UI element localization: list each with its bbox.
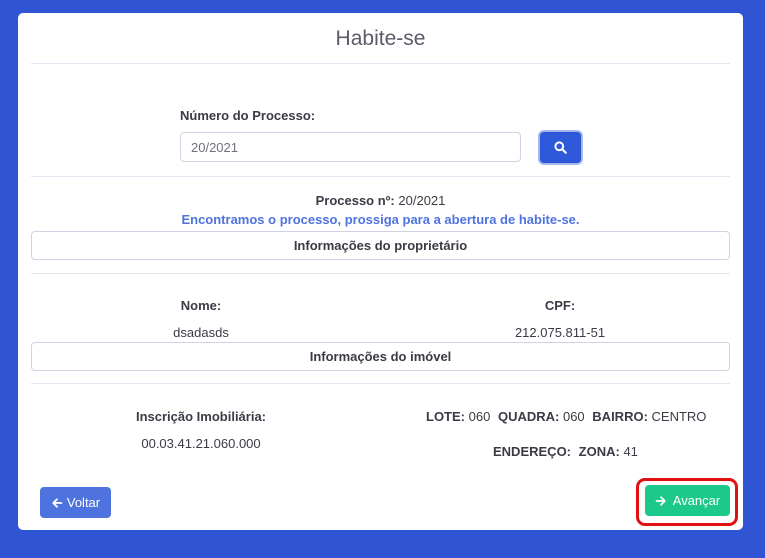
lote-quadra-bairro: LOTE: 060 QUADRA: 060 BAIRRO: CENTRO <box>426 409 706 424</box>
back-button[interactable]: Voltar <box>40 487 111 518</box>
zona-value: 41 <box>623 444 638 459</box>
property-section-header: Informações do imóvel <box>31 342 730 371</box>
owner-cpf-field: CPF: 212.075.811-51 <box>480 298 640 340</box>
next-button-label: Avançar <box>672 493 721 508</box>
bairro-label: BAIRRO: <box>592 409 648 424</box>
divider <box>31 63 730 64</box>
arrow-left-icon <box>52 497 63 508</box>
divider <box>31 176 730 177</box>
quadra-label: QUADRA: <box>497 409 560 424</box>
inscricao-value: 00.03.41.21.060.000 <box>141 436 261 451</box>
divider <box>31 273 730 274</box>
found-message: Encontramos o processo, prossiga para a … <box>181 212 580 227</box>
zona-label: ZONA: <box>578 444 620 459</box>
process-label: Processo nº: <box>315 193 395 208</box>
lote-label: LOTE: <box>426 409 465 424</box>
owner-name-value: dsadasds <box>173 325 229 340</box>
process-info: Processo nº: 20/2021 <box>18 193 743 208</box>
endereco-zona: ENDEREÇO: ZONA: 41 <box>493 444 638 459</box>
endereco-label: ENDEREÇO: <box>493 444 572 459</box>
page-title: Habite-se <box>335 27 426 50</box>
owner-name-label: Nome: <box>180 298 222 313</box>
arrow-right-icon <box>655 495 666 506</box>
owner-name-field: Nome: dsadasds <box>141 298 261 340</box>
divider <box>31 383 730 384</box>
back-button-label: Voltar <box>66 495 101 510</box>
process-number-label: Número do Processo: <box>180 108 316 123</box>
process-number-input[interactable] <box>180 132 521 162</box>
search-icon <box>554 141 567 154</box>
lote-value: 060 <box>468 409 491 424</box>
owner-cpf-label: CPF: <box>544 298 576 313</box>
bairro-value: CENTRO <box>651 409 707 424</box>
inscricao-field: Inscrição Imobiliária: 00.03.41.21.060.0… <box>121 409 281 451</box>
owner-cpf-value: 212.075.811-51 <box>514 325 606 340</box>
habite-se-card: Habite-se Número do Processo: Processo n… <box>18 13 743 530</box>
next-button[interactable]: Avançar <box>645 485 730 516</box>
search-button[interactable] <box>540 132 581 163</box>
owner-section-header: Informações do proprietário <box>31 231 730 260</box>
inscricao-label: Inscrição Imobiliária: <box>135 409 267 424</box>
quadra-value: 060 <box>562 409 585 424</box>
process-value: 20/2021 <box>398 193 446 208</box>
